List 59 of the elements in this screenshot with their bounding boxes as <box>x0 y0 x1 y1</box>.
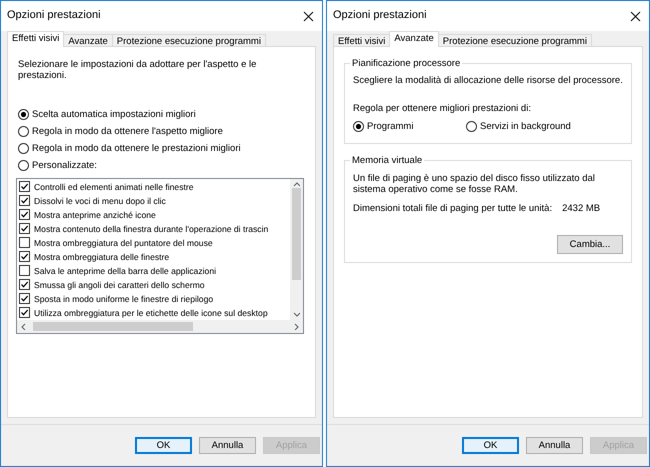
checkbox-label[interactable]: Sposta in modo uniforme le finestre di riepilogo <box>34 294 214 304</box>
radio-label[interactable]: Regola in modo da ottenere le prestazioni migliori <box>32 142 241 154</box>
checkbox[interactable] <box>19 195 30 206</box>
checkbox[interactable] <box>19 181 30 192</box>
radio-label[interactable]: Servizi in background <box>480 120 571 132</box>
radio-button[interactable] <box>18 108 29 120</box>
scroll-down-icon[interactable] <box>293 310 300 318</box>
group-title: Pianificazione processore <box>350 58 462 70</box>
tab[interactable]: Protezione esecuzione programmi <box>112 34 266 47</box>
radio-button[interactable] <box>466 121 477 132</box>
radio-label[interactable]: Regola in modo da ottenere l'aspetto migliore <box>32 126 223 137</box>
description-text: Scegliere la modalità di allocazione delle risorse del processore. <box>353 75 623 87</box>
radio-button[interactable] <box>353 121 364 132</box>
checkbox[interactable] <box>19 293 30 304</box>
scroll-right-icon[interactable] <box>293 322 300 330</box>
checkbox[interactable] <box>19 279 30 290</box>
checkbox-label[interactable]: Smussa gli angoli dei caratteri dello schermo <box>34 280 205 290</box>
checkbox[interactable] <box>19 265 30 276</box>
prompt-text: Regola per ottenere migliori prestazioni di: <box>353 102 532 114</box>
window-title: Opzioni prestazioni <box>333 9 427 23</box>
checkbox[interactable] <box>19 307 30 318</box>
description-text: Un file di paging è uno spazio del disco fisso utilizzato dal sistema operativo come se fosse RAM. <box>353 172 596 196</box>
tab[interactable]: Effetti visivi <box>333 34 390 47</box>
window-title: Opzioni prestazioni <box>7 9 101 23</box>
intro-text: Selezionare le impostazioni da adottare per l'aspetto e le prestazioni. <box>18 59 258 82</box>
radio-button[interactable] <box>18 160 29 171</box>
radio-label[interactable]: Personalizzate: <box>32 160 97 171</box>
scroll-up-icon[interactable] <box>293 180 300 188</box>
dialog-button[interactable]: Annulla <box>199 437 256 454</box>
dialog-button[interactable]: OK <box>462 437 519 454</box>
checkbox[interactable] <box>19 223 30 234</box>
checkbox[interactable] <box>19 237 30 248</box>
tab[interactable]: Avanzate <box>389 31 439 47</box>
close-icon[interactable] <box>630 10 641 22</box>
close-icon[interactable] <box>303 10 314 22</box>
checkbox-label[interactable]: Utilizza ombreggiatura per le etichette delle icone sul desktop <box>34 308 268 318</box>
checkbox-label[interactable]: Mostra contenuto della finestra durante l'operazione di trascin <box>34 224 268 234</box>
scroll-left-icon[interactable] <box>20 322 27 330</box>
tab[interactable]: Effetti visivi <box>7 31 64 47</box>
checkbox-label[interactable]: Mostra anteprime anziché icone <box>34 210 156 220</box>
size-label: Dimensioni totali file di paging per tutte le unità: <box>353 203 552 215</box>
size-value: 2432 MB <box>562 203 600 215</box>
checkbox-label[interactable]: Controlli ed elementi animati nelle finestre <box>34 182 194 192</box>
checkbox[interactable] <box>19 209 30 220</box>
radio-label[interactable]: Programmi <box>367 120 414 132</box>
radio-button[interactable] <box>18 142 29 154</box>
tab[interactable]: Protezione esecuzione programmi <box>438 34 592 47</box>
dialog-button[interactable]: OK <box>135 437 192 454</box>
vertical-scrollbar[interactable] <box>290 178 303 320</box>
checkbox-label[interactable]: Mostra ombreggiatura del puntatore del mouse <box>34 238 213 248</box>
checkbox-label[interactable]: Salva le anteprime della barra delle applicazioni <box>34 266 216 276</box>
change-button[interactable]: Cambia... <box>557 234 623 254</box>
radio-label[interactable]: Scelta automatica impostazioni migliori <box>32 108 196 120</box>
radio-button[interactable] <box>18 126 29 137</box>
checkbox-label[interactable]: Mostra ombreggiatura delle finestre <box>34 252 170 262</box>
checkbox-label[interactable]: Dissolvi le voci di menu dopo il clic <box>34 196 166 206</box>
checkbox[interactable] <box>19 251 30 262</box>
horizontal-scrollbar[interactable] <box>17 320 303 333</box>
dialog-button[interactable]: Annulla <box>526 437 583 454</box>
